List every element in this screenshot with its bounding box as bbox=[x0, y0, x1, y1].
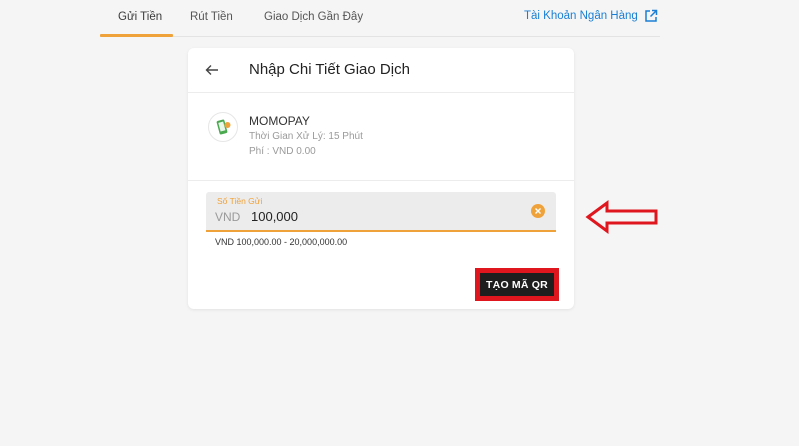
bank-account-link-label: Tài Khoản Ngân Hàng bbox=[524, 10, 638, 22]
momopay-logo-icon bbox=[208, 112, 238, 142]
deposit-amount-field[interactable]: Số Tiền Gửi VND 100,000 bbox=[206, 192, 556, 232]
bank-account-link[interactable]: Tài Khoản Ngân Hàng bbox=[524, 9, 658, 23]
annotation-arrow-icon bbox=[585, 200, 658, 234]
fee-text: Phí : VND 0.00 bbox=[249, 146, 316, 157]
back-arrow-icon[interactable] bbox=[204, 62, 220, 78]
card-header: Nhập Chi Tiết Giao Dịch bbox=[188, 48, 574, 93]
method-name: MOMOPAY bbox=[249, 114, 310, 128]
card-title: Nhập Chi Tiết Giao Dịch bbox=[249, 61, 410, 78]
transaction-details-card: Nhập Chi Tiết Giao Dịch MOMOPAY Thời Gia… bbox=[188, 48, 574, 309]
create-qr-button[interactable]: TẠO MÃ QR bbox=[480, 273, 554, 296]
top-tab-bar: Gửi Tiền Rút Tiền Giao Dịch Gần Đây Tài … bbox=[100, 0, 660, 37]
payment-method: MOMOPAY Thời Gian Xử Lý: 15 Phút Phí : V… bbox=[188, 93, 574, 181]
amount-range-hint: VND 100,000.00 - 20,000,000.00 bbox=[215, 237, 348, 247]
processing-time: Thời Gian Xử Lý: 15 Phút bbox=[249, 131, 363, 142]
amount-label: Số Tiền Gửi bbox=[217, 196, 263, 206]
tab-recent-transactions[interactable]: Giao Dịch Gần Đây bbox=[264, 11, 363, 23]
external-link-icon bbox=[645, 9, 658, 22]
clear-icon[interactable] bbox=[531, 204, 545, 218]
tab-withdraw[interactable]: Rút Tiền bbox=[190, 11, 233, 23]
amount-input[interactable]: 100,000 bbox=[251, 209, 298, 224]
active-tab-indicator bbox=[100, 34, 173, 37]
amount-currency: VND bbox=[215, 210, 241, 224]
tab-deposit[interactable]: Gửi Tiền bbox=[118, 11, 162, 23]
